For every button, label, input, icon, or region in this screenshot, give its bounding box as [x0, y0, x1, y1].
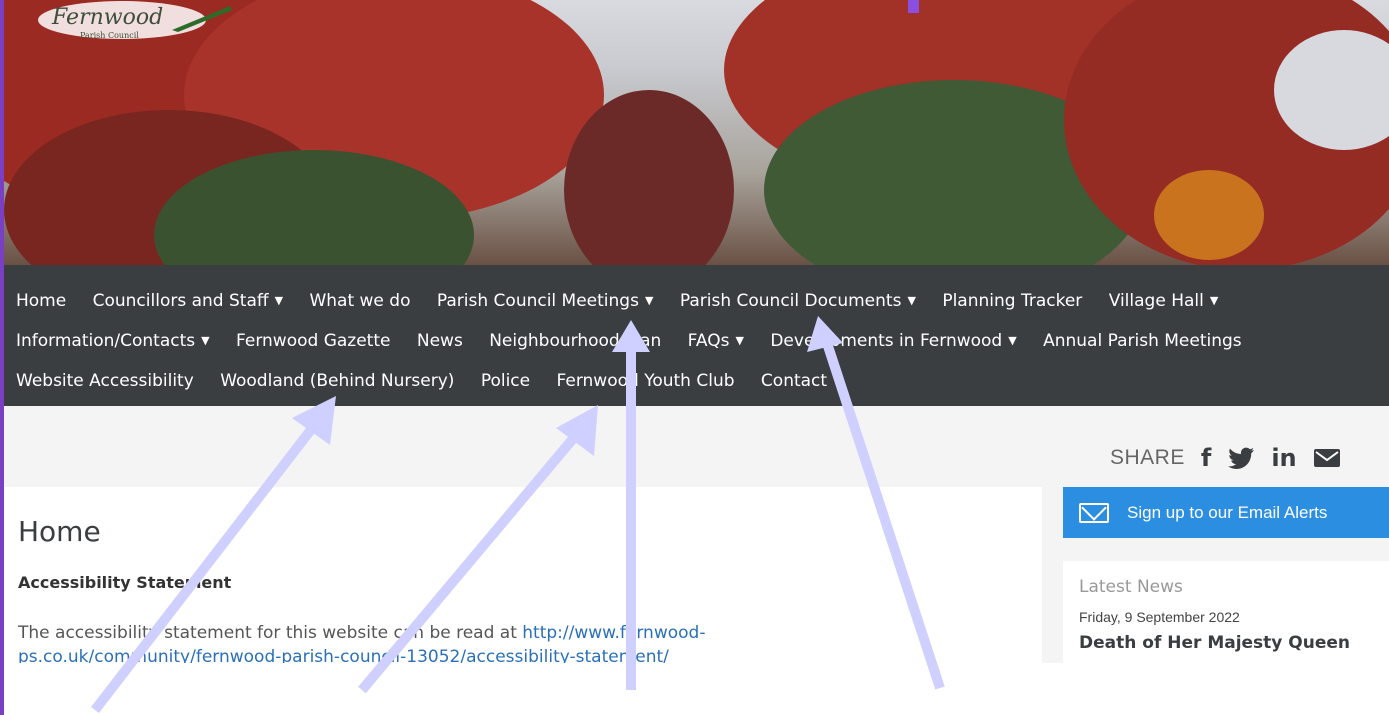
arrow-neighbourhood-plan [612, 320, 650, 690]
arrow-documents [807, 316, 945, 690]
arrow-youth-club [358, 405, 598, 694]
annotation-arrows [91, 316, 945, 714]
arrow-woodland [91, 396, 336, 714]
